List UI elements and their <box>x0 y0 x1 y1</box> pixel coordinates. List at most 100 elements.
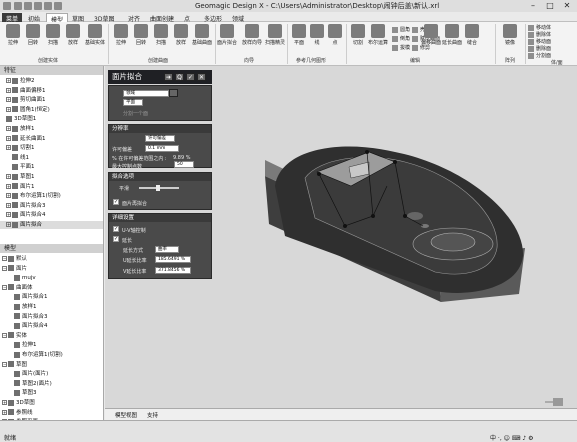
mirror-button[interactable]: 镜像 <box>499 24 521 46</box>
expand-toggle-icon[interactable]: + <box>2 409 7 415</box>
expand-toggle-icon[interactable]: + <box>6 193 11 199</box>
expand-toggle-icon[interactable]: − <box>2 361 7 367</box>
move-body-button[interactable]: 移动体 <box>528 24 551 31</box>
expand-toggle-icon[interactable]: + <box>6 135 11 141</box>
minimize-button[interactable]: – <box>525 1 541 11</box>
maximize-button[interactable]: □ <box>542 1 558 11</box>
boolean-button[interactable]: 布尔运算 <box>366 24 390 46</box>
tab-support[interactable]: 支持 <box>147 411 158 419</box>
preview-button[interactable]: Q <box>175 73 184 81</box>
resolution-header[interactable]: 分辨率 <box>109 125 211 133</box>
expand-toggle-icon[interactable]: − <box>2 332 7 338</box>
fillet-button[interactable]: 圆角 <box>392 26 410 33</box>
tree-item[interactable]: 面片(面片) <box>0 370 103 378</box>
tree-item[interactable]: + 放样1 <box>0 125 103 133</box>
save-icon[interactable] <box>34 2 42 10</box>
max-control-points-input[interactable]: 50 <box>174 161 194 168</box>
move-face-button[interactable]: 移动面 <box>528 38 551 45</box>
tree-item[interactable]: − 实体 <box>0 332 103 340</box>
region-item[interactable]: 平面 <box>123 99 143 106</box>
close-button[interactable]: ✕ <box>559 1 575 11</box>
tree-item[interactable]: 平面1 <box>0 163 103 171</box>
view-cube[interactable] <box>545 398 563 406</box>
tree-item[interactable]: 草图3 <box>0 389 103 397</box>
tree-item[interactable]: + 布尔运算1(切割) <box>0 192 103 200</box>
control-point[interactable] <box>371 214 375 218</box>
tree-item[interactable]: + 曲面偏移1 <box>0 87 103 95</box>
solid-sweep-button[interactable]: 扫描 <box>42 24 64 46</box>
expand-toggle-icon[interactable]: − <box>2 256 7 261</box>
stitch-button[interactable]: 缝合 <box>462 24 482 46</box>
solid-extrude-button[interactable]: 拉伸 <box>2 24 24 46</box>
solid-revolve-button[interactable]: 回转 <box>22 24 44 46</box>
open-icon[interactable] <box>24 2 32 10</box>
uv-control-checkbox[interactable]: ✓ <box>113 226 119 232</box>
undo-icon[interactable] <box>44 2 52 10</box>
expand-toggle-icon[interactable]: + <box>6 87 11 93</box>
extend-checkbox[interactable]: ✓ <box>113 236 119 242</box>
expand-toggle-icon[interactable]: + <box>6 106 11 112</box>
expand-toggle-icon[interactable]: + <box>6 222 11 227</box>
redo-icon[interactable] <box>54 2 62 10</box>
tree-item[interactable]: − 面片 <box>0 265 103 273</box>
tree-item[interactable]: 3D草图1 <box>0 115 103 123</box>
expand-toggle-icon[interactable]: + <box>6 212 11 218</box>
loft-wizard-button[interactable]: 放样向导 <box>240 24 264 46</box>
tree-item[interactable]: + 草图1 <box>0 173 103 181</box>
tree-item[interactable]: − 草图 <box>0 361 103 369</box>
resolution-mode-select[interactable]: 许可偏差 <box>145 135 175 142</box>
tree-item[interactable]: 布尔运算1(切割) <box>0 351 103 359</box>
tree-item[interactable]: +3D草图 <box>0 399 103 407</box>
control-point[interactable] <box>365 150 369 154</box>
region-select-button[interactable] <box>169 89 178 97</box>
surface-primitive-button[interactable]: 基础曲面 <box>190 24 214 46</box>
tree-item[interactable]: + 面片拟合4 <box>0 211 103 219</box>
surface-extrude-button[interactable]: 拉伸 <box>110 24 132 46</box>
detail-header[interactable]: 详细设置 <box>109 214 211 222</box>
tree-item[interactable]: 面片拟合1 <box>0 293 103 301</box>
ok-button[interactable]: ✓ <box>186 73 195 81</box>
expand-toggle-icon[interactable]: − <box>2 284 7 290</box>
extend-method-select[interactable]: 曲率 <box>155 246 179 253</box>
control-point[interactable] <box>317 172 321 176</box>
tree-item[interactable]: 面片拟合4 <box>0 322 103 330</box>
point-button[interactable]: 点 <box>324 24 346 46</box>
expand-toggle-icon[interactable]: + <box>6 145 11 151</box>
solid-primitive-button[interactable]: 基础实体 <box>82 24 108 46</box>
expand-toggle-icon[interactable]: + <box>6 126 11 131</box>
offset-surface-button[interactable]: 偏移曲面 <box>421 24 441 46</box>
cancel-button[interactable]: ✕ <box>197 73 206 81</box>
tree-item[interactable]: mujv <box>0 274 103 282</box>
tree-item[interactable]: 拉伸1 <box>0 341 103 349</box>
refit-checkbox[interactable]: ✓ <box>113 199 119 205</box>
tree-item[interactable]: − 默认 <box>0 255 103 263</box>
solid-loft-button[interactable]: 放样 <box>62 24 84 46</box>
tree-item[interactable]: + 面片1 <box>0 183 103 191</box>
tree-item[interactable]: + 面片拟合 <box>0 221 103 229</box>
tree-item[interactable]: + 剪切曲面1 <box>0 96 103 104</box>
tree-item[interactable]: + 切割1 <box>0 144 103 152</box>
tree-item[interactable]: 放样1 <box>0 303 103 311</box>
control-point[interactable] <box>393 160 397 164</box>
ime-tray[interactable]: 中 ·, ☺ ⌨ ♪ ⚙ <box>490 433 533 442</box>
extend-surface-button[interactable]: 延长曲面 <box>440 24 464 46</box>
smooth-slider-handle[interactable] <box>156 185 160 191</box>
expand-toggle-icon[interactable]: + <box>6 202 11 208</box>
control-point[interactable] <box>403 214 407 218</box>
fit-options-header[interactable]: 拟合选项 <box>109 173 211 181</box>
tree-item[interactable]: + 拉伸2 <box>0 77 103 85</box>
v-extend-ratio-input[interactable]: 371.8456 % <box>155 267 191 274</box>
tree-item[interactable]: + 面片拟合3 <box>0 202 103 210</box>
tab-model-view[interactable]: 模型视图 <box>115 411 137 419</box>
tree-item[interactable]: 草图2(面片) <box>0 380 103 388</box>
tree-item[interactable]: 面片拟合3 <box>0 313 103 321</box>
expand-toggle-icon[interactable]: + <box>6 97 11 103</box>
next-button[interactable]: ➜ <box>164 73 173 81</box>
tree-item[interactable]: 线1 <box>0 154 103 162</box>
u-extend-ratio-input[interactable]: 185.6491 % <box>155 256 191 263</box>
tree-item[interactable]: + 参照线 <box>0 409 103 417</box>
draft-button[interactable]: 拔模 <box>392 44 410 51</box>
tree-item[interactable]: − 曲面体 <box>0 284 103 292</box>
surface-loft-button[interactable]: 放样 <box>170 24 192 46</box>
new-icon[interactable] <box>14 2 22 10</box>
